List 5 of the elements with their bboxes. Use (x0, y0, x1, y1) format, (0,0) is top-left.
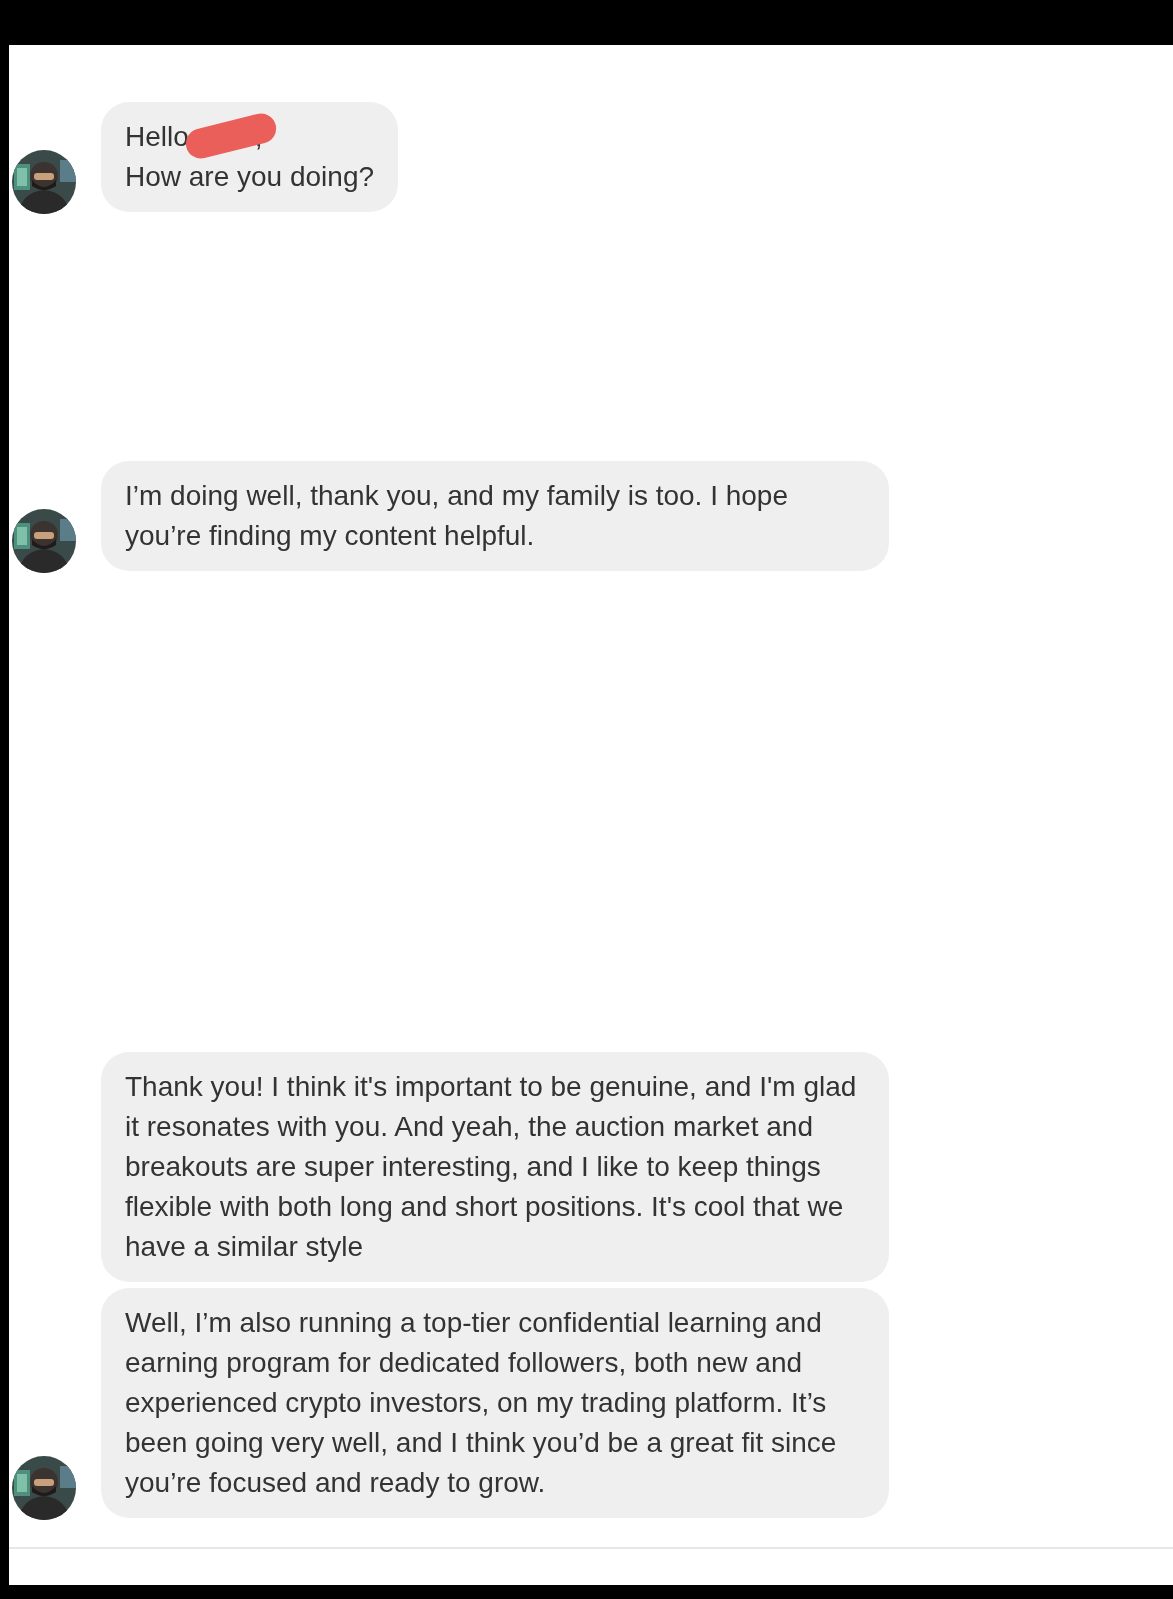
message-text: Well, I’m also running a top-tier confidential learning and earning program for dedicated followers, both new and experienced crypto investors, on my trading platform. It’s been going very well, and I think you’d be a great fit since you’re focused and ready to grow. (125, 1307, 837, 1498)
message-text: How are you doing? (125, 161, 375, 192)
message-text: I’m doing well, thank you, and my family is too. I hope you’re finding my content helpful. (125, 480, 788, 551)
message-text: Thank you! I think it's important to be genuine, and I'm glad it resonates with you. And yeah, the auction market and breakouts are super interesting, and I like to keep things flexible with both long and short positions. It's cool that we have a similar style (125, 1071, 857, 1262)
message-text: Hello (125, 121, 189, 152)
